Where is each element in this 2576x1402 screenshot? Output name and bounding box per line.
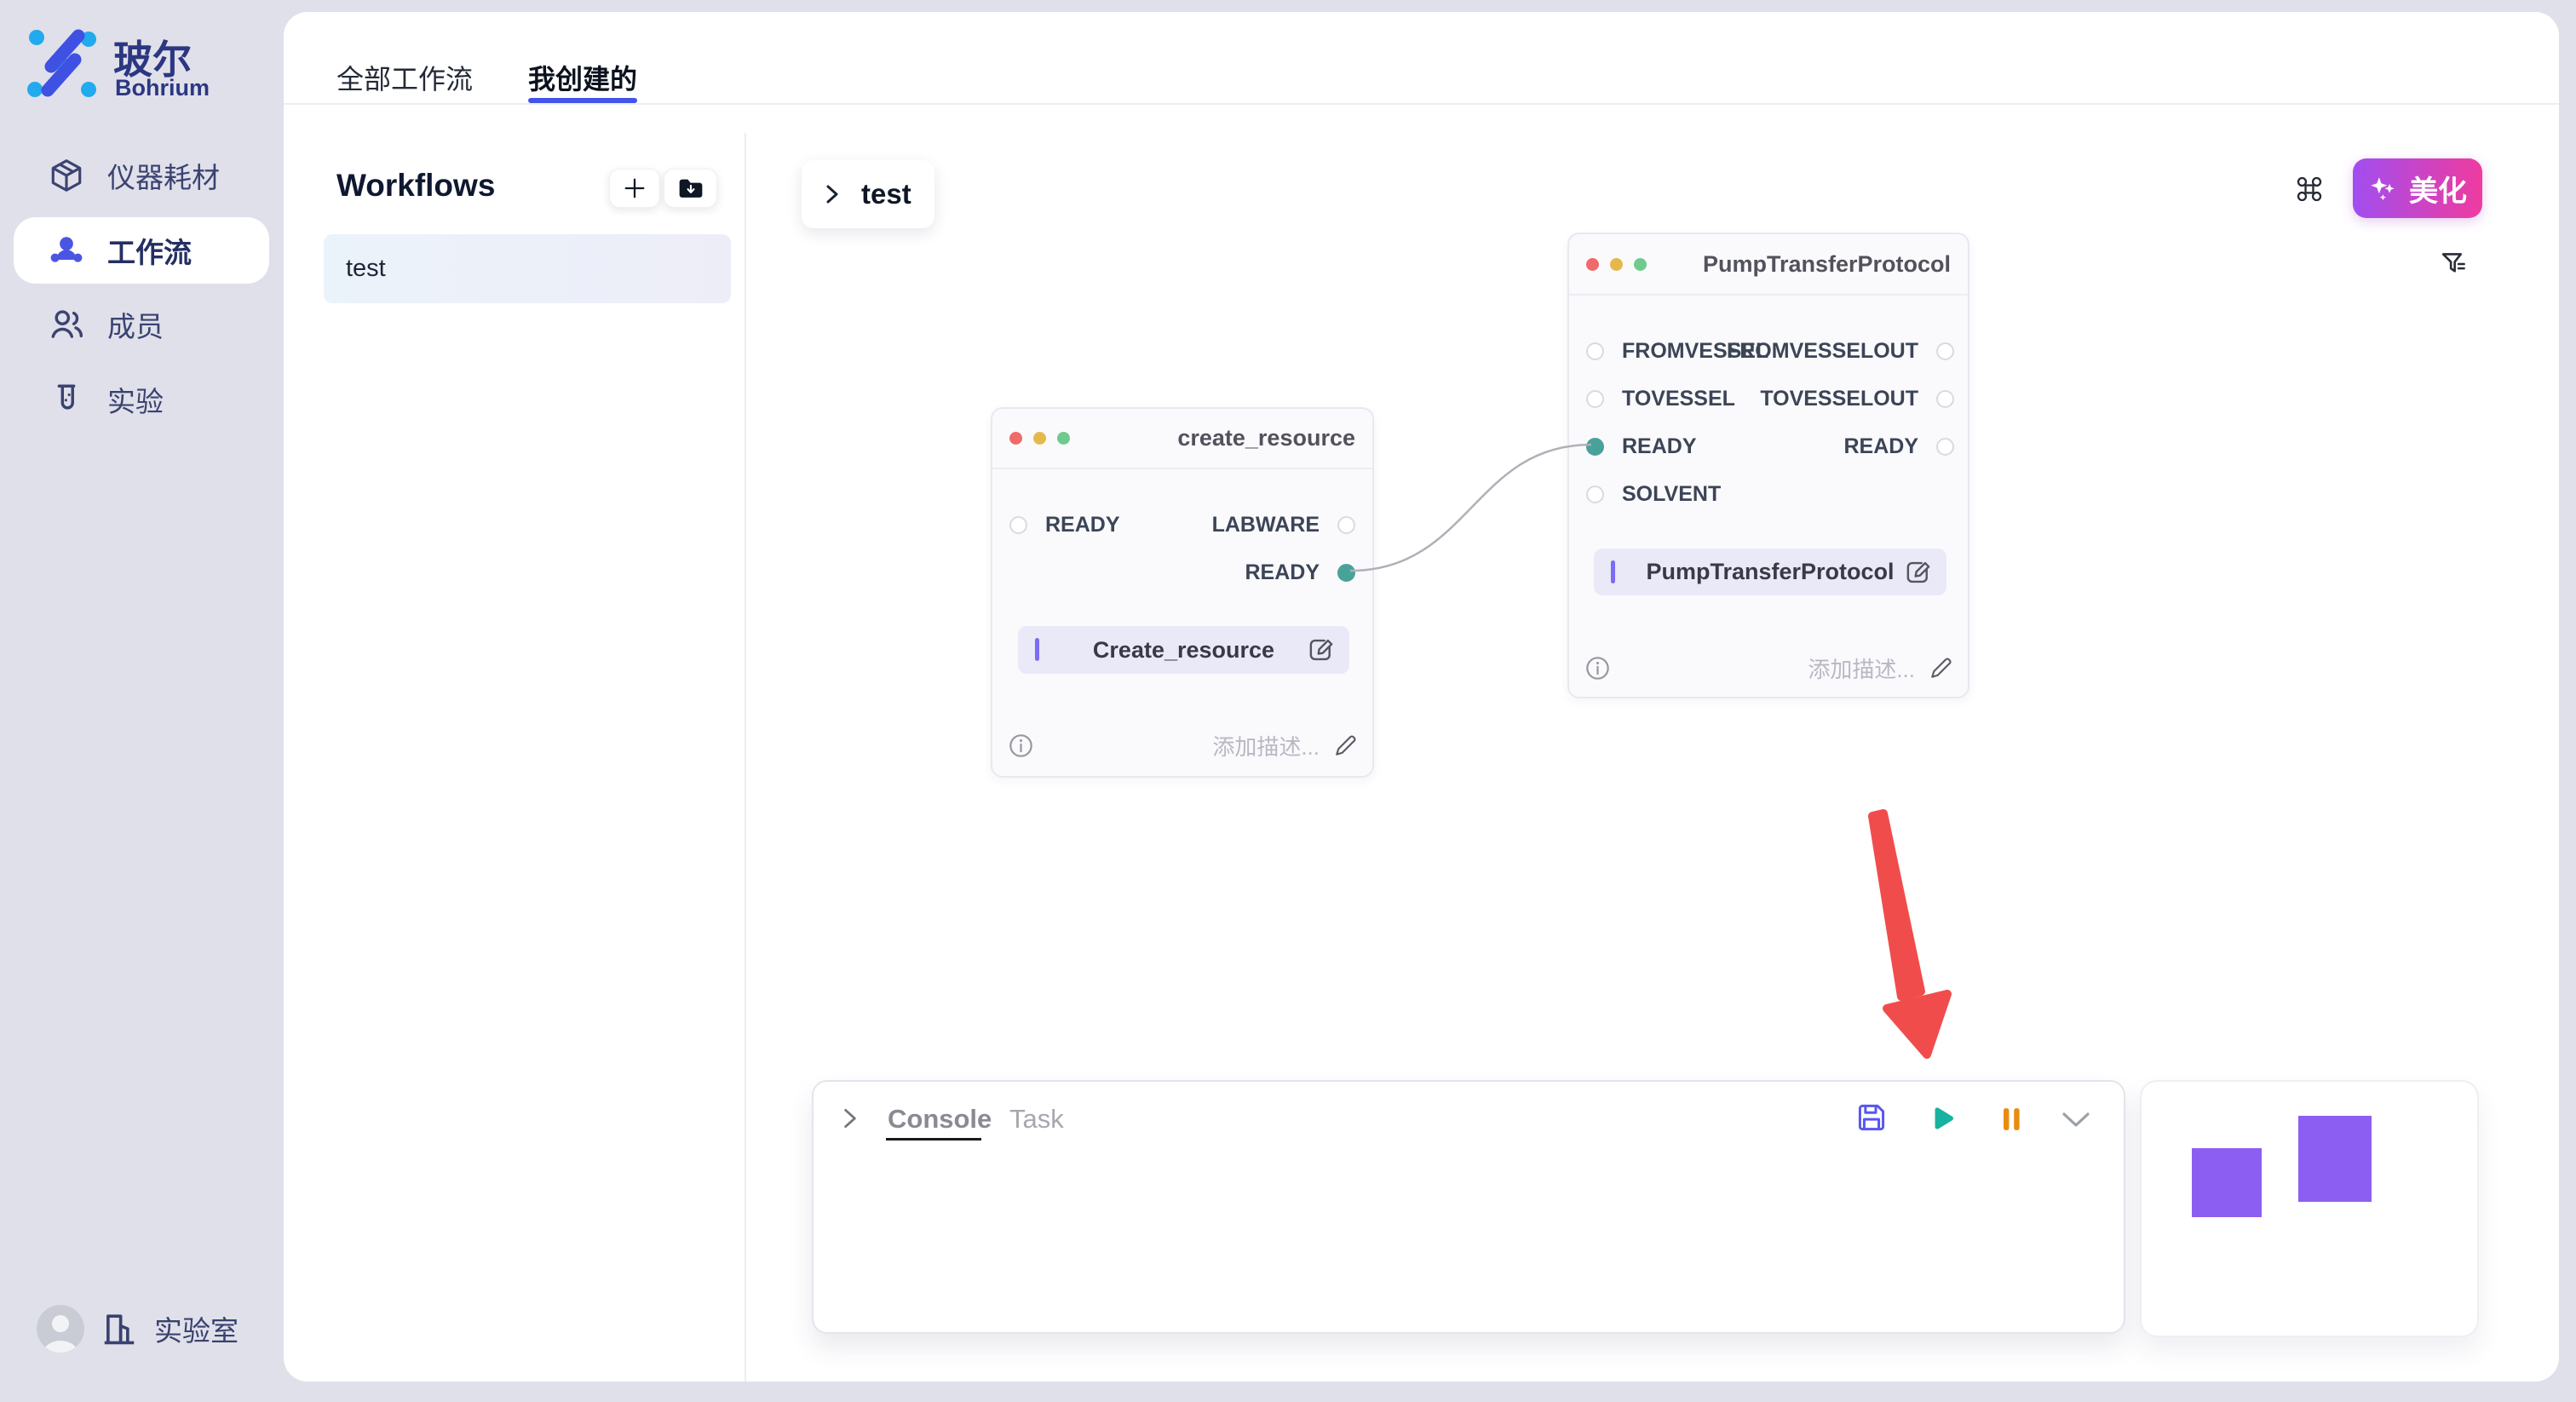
node-footer: 添加描述... <box>1008 731 1359 760</box>
experiment-icon <box>48 381 85 418</box>
node-pump-transfer-protocol[interactable]: PumpTransferProtocol FROMVESSEL TOVESSEL… <box>1567 233 1969 698</box>
sparkles-icon <box>2368 173 2399 204</box>
avatar[interactable] <box>37 1305 84 1353</box>
pill-accent-bar <box>1035 638 1039 661</box>
chevron-down-icon[interactable] <box>2059 1109 2093 1131</box>
description-placeholder[interactable]: 添加描述... <box>1212 730 1320 761</box>
beautify-label: 美化 <box>2409 168 2467 210</box>
brand-logo-icon <box>26 26 101 101</box>
command-icon[interactable] <box>2296 175 2323 203</box>
port-output-fromvesselout: FROMVESSELOUT <box>1727 340 1954 362</box>
node-header: PumpTransferProtocol <box>1569 234 1968 296</box>
edit-icon[interactable] <box>1307 635 1336 664</box>
sidebar-item-label: 工作流 <box>107 230 192 271</box>
port-dot[interactable] <box>1936 390 1954 408</box>
main-panel: 全部工作流 我创建的 Workflows test test <box>284 12 2559 1382</box>
pencil-icon[interactable] <box>1929 655 1954 681</box>
collapse-chevron-right-icon[interactable] <box>841 1106 860 1131</box>
info-icon[interactable] <box>1008 733 1034 759</box>
port-output-ready: READY <box>1245 561 1355 583</box>
sidebar-item-members[interactable]: 成员 <box>14 291 269 358</box>
description-placeholder[interactable]: 添加描述... <box>1808 652 1915 684</box>
sidebar-item-consumables[interactable]: 仪器耗材 <box>14 142 269 209</box>
sidebar-item-label: 实验 <box>107 379 164 420</box>
port-input-ready: READY <box>1586 435 1697 457</box>
workflow-list-item[interactable]: test <box>324 234 731 303</box>
panel-divider <box>745 133 746 1382</box>
port-input-solvent: SOLVENT <box>1586 483 1721 505</box>
port-dot[interactable] <box>1586 342 1604 360</box>
edge-ready-connection <box>1350 445 1591 571</box>
node-header: create_resource <box>992 409 1372 469</box>
package-icon <box>48 157 85 194</box>
workspace-row[interactable]: 实验室 <box>37 1305 239 1353</box>
port-output-tovesselout: TOVESSELOUT <box>1760 388 1954 410</box>
sidebar-item-label: 仪器耗材 <box>107 155 220 196</box>
workspace-label: 实验室 <box>154 1308 239 1349</box>
play-icon[interactable] <box>1925 1102 1958 1135</box>
breadcrumb[interactable]: test <box>802 160 934 228</box>
port-dot[interactable] <box>1586 390 1604 408</box>
filter-icon[interactable] <box>2439 249 2470 279</box>
red-arrow-annotation <box>1872 813 1947 1054</box>
tab-my-created[interactable]: 我创建的 <box>528 58 637 97</box>
sidebar-item-workflow[interactable]: 工作流 <box>14 217 269 284</box>
port-dot-connected[interactable] <box>1586 438 1604 456</box>
port-dot-connected[interactable] <box>1337 564 1355 582</box>
minimap-node-rect <box>2298 1116 2372 1202</box>
save-icon[interactable] <box>1854 1100 1889 1135</box>
edit-icon[interactable] <box>1904 558 1933 587</box>
add-workflow-button[interactable] <box>609 169 660 208</box>
tab-all-workflows[interactable]: 全部工作流 <box>336 58 473 97</box>
members-icon <box>48 306 85 343</box>
building-icon <box>100 1309 139 1348</box>
port-output-labware: LABWARE <box>1212 514 1355 536</box>
pencil-icon[interactable] <box>1333 733 1359 758</box>
sidebar-item-label: 成员 <box>107 304 164 345</box>
port-dot[interactable] <box>1337 516 1355 534</box>
node-title: PumpTransferProtocol <box>1703 251 1951 278</box>
node-title: create_resource <box>1177 425 1355 451</box>
port-output-ready: READY <box>1843 435 1954 457</box>
traffic-dots-icon <box>1586 258 1647 271</box>
port-dot[interactable] <box>1586 486 1604 503</box>
traffic-dots-icon <box>1009 432 1070 445</box>
port-dot[interactable] <box>1936 342 1954 360</box>
sidebar-item-experiment[interactable]: 实验 <box>14 366 269 433</box>
pill-accent-bar <box>1611 560 1615 583</box>
port-input-ready: READY <box>1009 514 1120 536</box>
port-dot[interactable] <box>1936 438 1954 456</box>
minimap[interactable] <box>2140 1080 2479 1337</box>
info-icon[interactable] <box>1584 655 1611 681</box>
tab-task[interactable]: Task <box>1009 1104 1064 1135</box>
plus-icon <box>621 175 648 202</box>
port-input-tovessel: TOVESSEL <box>1586 388 1735 410</box>
console-tab-underline <box>886 1138 981 1141</box>
import-folder-button[interactable] <box>664 169 717 208</box>
chevron-right-icon <box>824 182 841 206</box>
workflow-icon <box>48 232 85 269</box>
node-footer: 添加描述... <box>1584 653 1954 682</box>
node-name-pill[interactable]: Create_resource <box>1018 626 1349 674</box>
minimap-node-rect <box>2192 1148 2262 1217</box>
active-tab-underline <box>528 98 637 103</box>
node-create-resource[interactable]: create_resource READY LABWARE READY Crea… <box>991 407 1374 778</box>
workflows-panel-title: Workflows <box>336 168 495 204</box>
tab-console[interactable]: Console <box>888 1104 992 1135</box>
pause-icon[interactable] <box>1996 1104 2027 1135</box>
port-dot[interactable] <box>1009 516 1027 534</box>
breadcrumb-label: test <box>861 178 911 210</box>
folder-download-icon <box>676 174 705 203</box>
workflow-tabbar: 全部工作流 我创建的 <box>284 12 2559 105</box>
console-panel: Console Task <box>812 1080 2125 1334</box>
node-name-pill[interactable]: PumpTransferProtocol <box>1594 549 1946 595</box>
brand-name-en: Bohrium <box>115 75 210 101</box>
sidebar: 玻尔 Bohrium 仪器耗材 工作流 <box>0 0 284 1402</box>
beautify-button[interactable]: 美化 <box>2353 158 2482 218</box>
